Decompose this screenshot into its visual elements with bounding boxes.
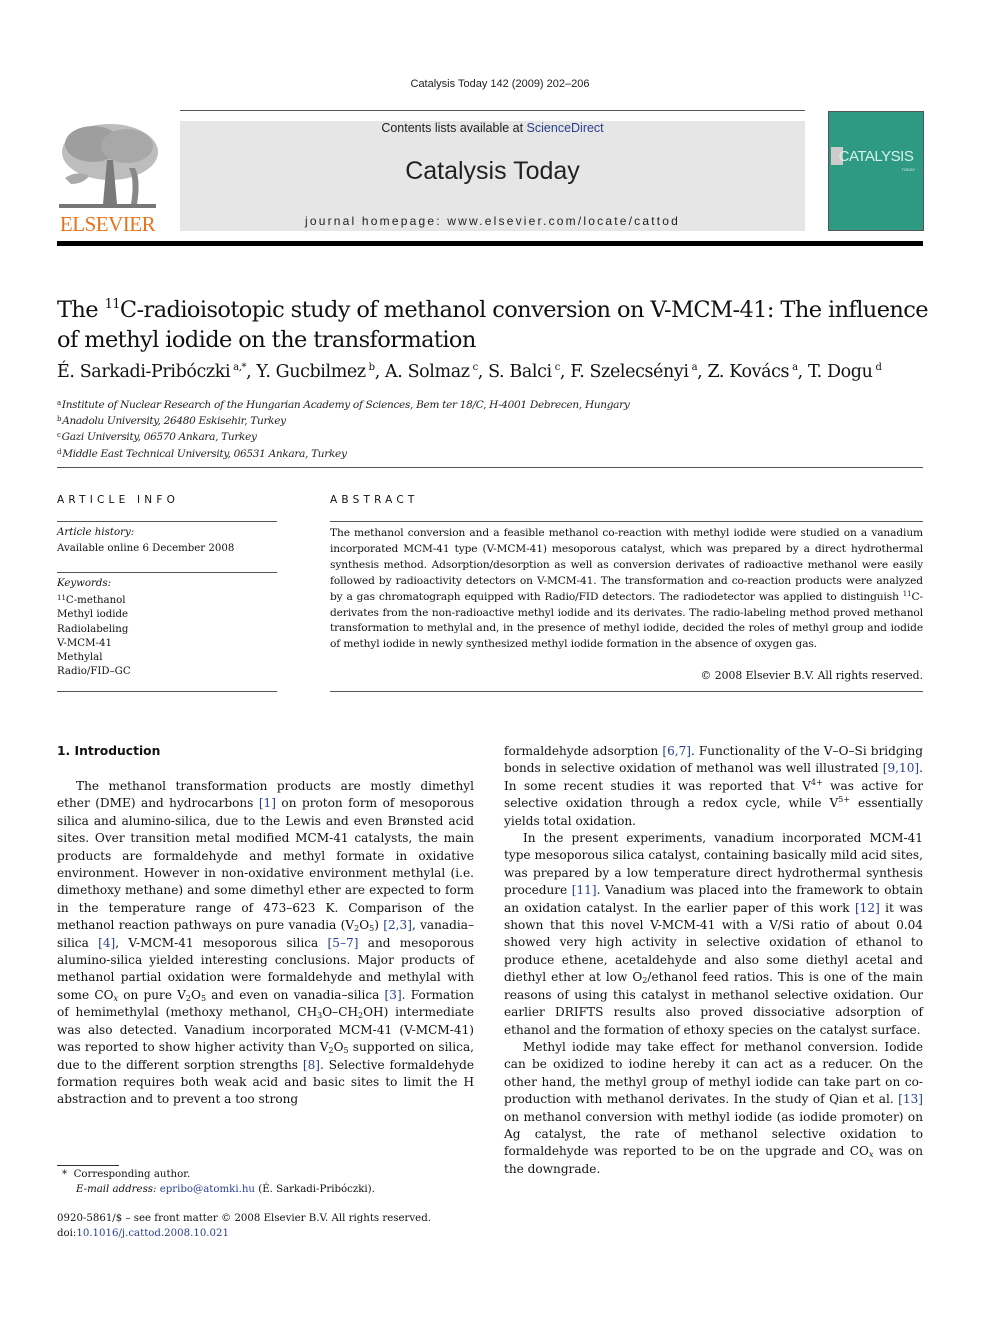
citation-link[interactable]: [6,7] <box>662 744 691 758</box>
citation-link[interactable]: [3] <box>385 988 402 1002</box>
section-heading-introduction: 1. Introduction <box>57 744 161 758</box>
abstract-copyright: © 2008 Elsevier B.V. All rights reserved… <box>700 669 923 682</box>
paragraph: formaldehyde adsorption [6,7]. Functiona… <box>504 744 923 828</box>
affiliation: cGazi University, 06570 Ankara, Turkey <box>57 431 257 444</box>
section-rule <box>57 467 923 468</box>
citation-link[interactable]: [12] <box>855 901 880 915</box>
contents-prefix: Contents lists available at <box>381 121 527 135</box>
history-value: Available online 6 December 2008 <box>57 543 235 554</box>
citation-link[interactable]: [8] <box>303 1058 320 1072</box>
paragraph: Methyl iodide may take effect for methan… <box>504 1039 923 1176</box>
issn-line: 0920-5861/$ – see front matter © 2008 El… <box>57 1213 431 1224</box>
elsevier-tree-icon <box>59 124 158 208</box>
info-rule <box>57 521 277 522</box>
journal-title: Catalysis Today <box>405 157 580 185</box>
doi-link[interactable]: 10.1016/j.cattod.2008.10.021 <box>76 1228 229 1239</box>
author-affiliation-mark[interactable]: c <box>473 362 479 373</box>
citation-link[interactable]: [5–7] <box>328 936 359 950</box>
author-affiliation-mark[interactable]: c <box>555 362 561 373</box>
citation-link[interactable]: [4] <box>98 936 115 950</box>
author-affiliation-mark[interactable]: a <box>792 362 798 373</box>
info-rule <box>57 572 277 573</box>
citation-link[interactable]: [1] <box>259 796 276 810</box>
keyword: Methylal <box>57 652 103 664</box>
author[interactable]: S. Balci <box>488 362 552 382</box>
history-label: Article history: <box>57 527 135 538</box>
author-affiliation-mark[interactable]: a <box>692 362 698 373</box>
body-column-right: formaldehyde adsorption [6,7]. Functiona… <box>504 743 923 1178</box>
keyword: V-MCM-41 <box>57 637 112 649</box>
info-rule <box>57 691 277 692</box>
doi-line: doi:10.1016/j.cattod.2008.10.021 <box>57 1227 229 1239</box>
abstract-rule <box>330 691 923 692</box>
author[interactable]: Z. Kovács <box>707 362 789 382</box>
citation-link[interactable]: [13] <box>898 1092 923 1106</box>
author-affiliation-mark[interactable]: b <box>369 362 375 373</box>
citation-link[interactable]: [2,3] <box>383 918 412 932</box>
abstract-heading: ABSTRACT <box>330 494 419 506</box>
affiliation: bAnadolu University, 26480 Eskisehir, Tu… <box>57 415 286 428</box>
footnote: * Corresponding author. E-mail address: … <box>62 1168 375 1197</box>
email-link[interactable]: epribo@atomki.hu <box>160 1184 255 1195</box>
title-prefix: The <box>57 297 105 323</box>
author[interactable]: A. Solmaz <box>385 362 470 382</box>
affiliation: aInstitute of Nuclear Research of the Hu… <box>57 399 630 411</box>
paragraph: In the present experiments, vanadium inc… <box>504 831 923 1037</box>
elsevier-wordmark: ELSEVIER <box>59 212 156 236</box>
article-info-heading: ARTICLE INFO <box>57 494 180 506</box>
footnote-email: E-mail address: epribo@atomki.hu (É. Sar… <box>76 1183 375 1195</box>
title-rest: C-radioisotopic study of methanol conver… <box>57 297 929 353</box>
cover-subtitle: TODAY <box>901 167 915 172</box>
journal-homepage[interactable]: journal homepage: www.elsevier.com/locat… <box>180 214 805 228</box>
journal-banner: Contents lists available at ScienceDirec… <box>180 121 805 231</box>
paragraph: The methanol transformation products are… <box>57 779 475 1107</box>
top-rule <box>180 110 805 111</box>
cover-title: CATALYSIS <box>838 148 914 165</box>
abstract-rule <box>330 521 923 522</box>
keyword: Radio/FID–GC <box>57 666 131 678</box>
author-affiliation-mark[interactable]: d <box>875 362 881 373</box>
affiliation: dMiddle East Technical University, 06531… <box>57 447 347 460</box>
keyword-sup: 11 <box>57 594 66 603</box>
affiliations: aInstitute of Nuclear Research of the Hu… <box>57 396 630 461</box>
header-rule <box>57 241 923 246</box>
citation-link[interactable]: [11] <box>572 883 597 897</box>
body-column-left: The methanol transformation products are… <box>57 778 474 1109</box>
footnote-corresponding: * Corresponding author. <box>62 1169 191 1180</box>
journal-cover[interactable]: CATALYSIS TODAY <box>828 111 924 231</box>
article-title: The 11C-radioisotopic study of methanol … <box>57 290 937 355</box>
author[interactable]: É. Sarkadi-Pribóczki <box>57 362 231 382</box>
author-affiliation-mark[interactable]: a,* <box>233 362 246 373</box>
sciencedirect-link[interactable]: ScienceDirect <box>527 121 604 135</box>
keyword: Radiolabeling <box>57 623 129 635</box>
author[interactable]: F. Szelecsényi <box>570 362 689 382</box>
author[interactable]: T. Dogu <box>808 362 873 382</box>
keyword: Methyl iodide <box>57 609 129 621</box>
author[interactable]: Y. Gucbilmez <box>256 362 366 382</box>
author-list: É. Sarkadi-Pribóczki a,*, Y. Gucbilmez b, … <box>57 362 882 382</box>
keywords-label: Keywords: <box>57 578 112 589</box>
front-matter: 0920-5861/$ – see front matter © 2008 El… <box>57 1212 431 1241</box>
abstract-text: The methanol conversion and a feasible m… <box>330 527 923 651</box>
running-head: Catalysis Today 142 (2009) 202–206 <box>410 78 590 90</box>
title-isotope-sup: 11 <box>104 297 121 312</box>
keywords: Keywords: 11C-methanol Methyl iodide Rad… <box>57 577 131 679</box>
contents-line: Contents lists available at ScienceDirec… <box>180 121 805 135</box>
elsevier-logo[interactable]: ELSEVIER <box>55 120 160 236</box>
citation-link[interactable]: [9,10] <box>883 761 919 775</box>
keyword: 11C-methanol <box>57 594 126 607</box>
footnote-rule <box>57 1165 119 1166</box>
